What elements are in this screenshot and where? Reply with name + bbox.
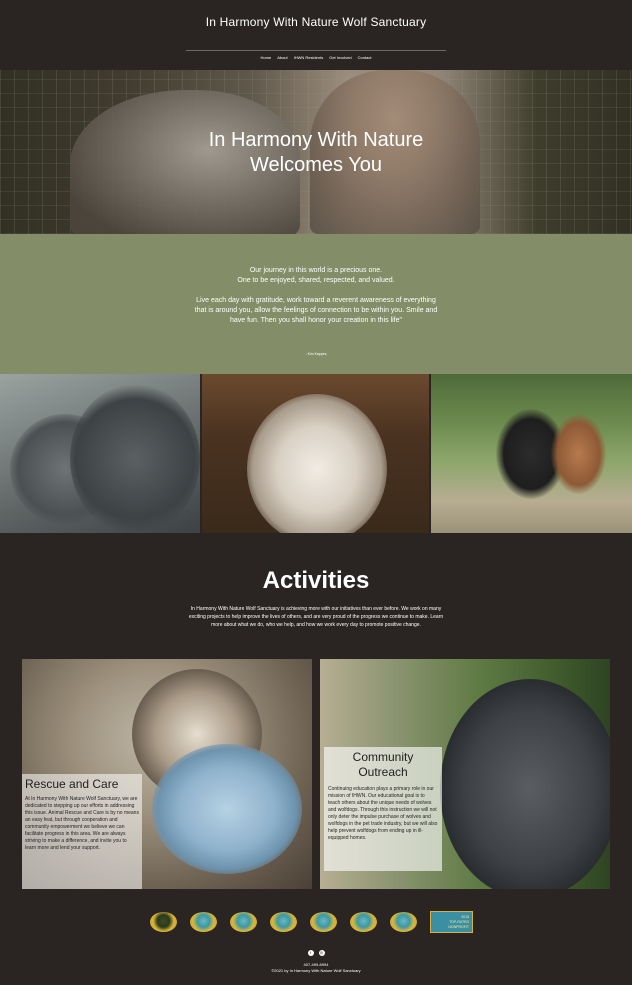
outreach-heading-line2: Outreach [358, 765, 408, 779]
quote-paragraph-2: Live each day with gratitude, work towar… [194, 297, 438, 324]
badge-icon[interactable] [310, 912, 337, 932]
quote-line-2: One to be enjoyed, shared, respected, an… [237, 277, 395, 284]
hero-title: In Harmony With Nature Welcomes You [0, 128, 632, 178]
nav-item-home[interactable]: Home [261, 55, 272, 60]
rescue-card-heading: Rescue and Care [25, 777, 119, 791]
activities-heading: Activities [262, 567, 370, 594]
gallery-photo-white-wolf[interactable] [202, 374, 429, 533]
nav-item-get-involved[interactable]: Get Involved [329, 55, 351, 60]
gallery-photo-dogs-walking[interactable] [430, 374, 632, 533]
quote-line-1: Our journey in this world is a precious … [249, 267, 383, 274]
nav-item-contact[interactable]: Contact [358, 55, 372, 60]
outreach-card-content: Community Outreach Continuing education … [324, 747, 442, 871]
gallery-photo-wolves-greeting[interactable] [0, 374, 201, 533]
hero-title-line2: Welcomes You [250, 154, 382, 176]
nav-item-residents[interactable]: IHWN Residents [294, 55, 324, 60]
outreach-heading-line1: Community [352, 750, 414, 764]
activities-description: In Harmony With Nature Wolf Sanctuary is… [188, 606, 444, 628]
quote-author: - Kim Kappes [305, 352, 327, 356]
badge-icon[interactable] [350, 912, 377, 932]
outreach-card-text: Continuing education plays a primary rol… [328, 786, 438, 841]
rescue-card-text: At In Harmony With Nature Wolf Sanctuary… [25, 796, 139, 851]
footer-copyright: ©2021 by In Harmony With Nature Wolf San… [271, 968, 361, 973]
nav-divider [186, 50, 446, 51]
nav-item-about[interactable]: About [277, 55, 287, 60]
social-links: f ◎ [0, 950, 632, 956]
badge-icon[interactable] [270, 912, 297, 932]
award-badges: 2015 TOP-RATED NONPROFIT [150, 910, 480, 934]
instagram-icon[interactable]: ◎ [318, 950, 325, 956]
badge-icon[interactable] [150, 912, 177, 932]
footer-phone: 407-499-8994 [303, 962, 329, 967]
outreach-card-heading: Community Outreach [328, 750, 438, 780]
outreach-card: Community Outreach Continuing education … [320, 659, 610, 889]
facebook-icon[interactable]: f [307, 950, 314, 956]
badge-icon[interactable] [230, 912, 257, 932]
hero-title-line1: In Harmony With Nature [208, 129, 424, 151]
quote-section: Our journey in this world is a precious … [0, 234, 632, 374]
hero-banner: In Harmony With Nature Welcomes You [0, 70, 632, 234]
site-header: In Harmony With Nature Wolf Sanctuary Ho… [0, 0, 632, 70]
site-title[interactable]: In Harmony With Nature Wolf Sanctuary [0, 15, 632, 29]
top-rated-badge[interactable]: 2015 TOP-RATED NONPROFIT [430, 911, 473, 933]
rescue-card: Rescue and Care At In Harmony With Natur… [22, 659, 312, 889]
rescue-card-content: Rescue and Care At In Harmony With Natur… [22, 774, 142, 889]
badge-icon[interactable] [190, 912, 217, 932]
wolf-gallery [0, 374, 632, 533]
top-rated-line2: NONPROFIT [448, 925, 469, 929]
main-nav: Home About IHWN Residents Get Involved C… [0, 55, 632, 60]
badge-icon[interactable] [390, 912, 417, 932]
quote-text: Our journey in this world is a precious … [190, 266, 442, 336]
